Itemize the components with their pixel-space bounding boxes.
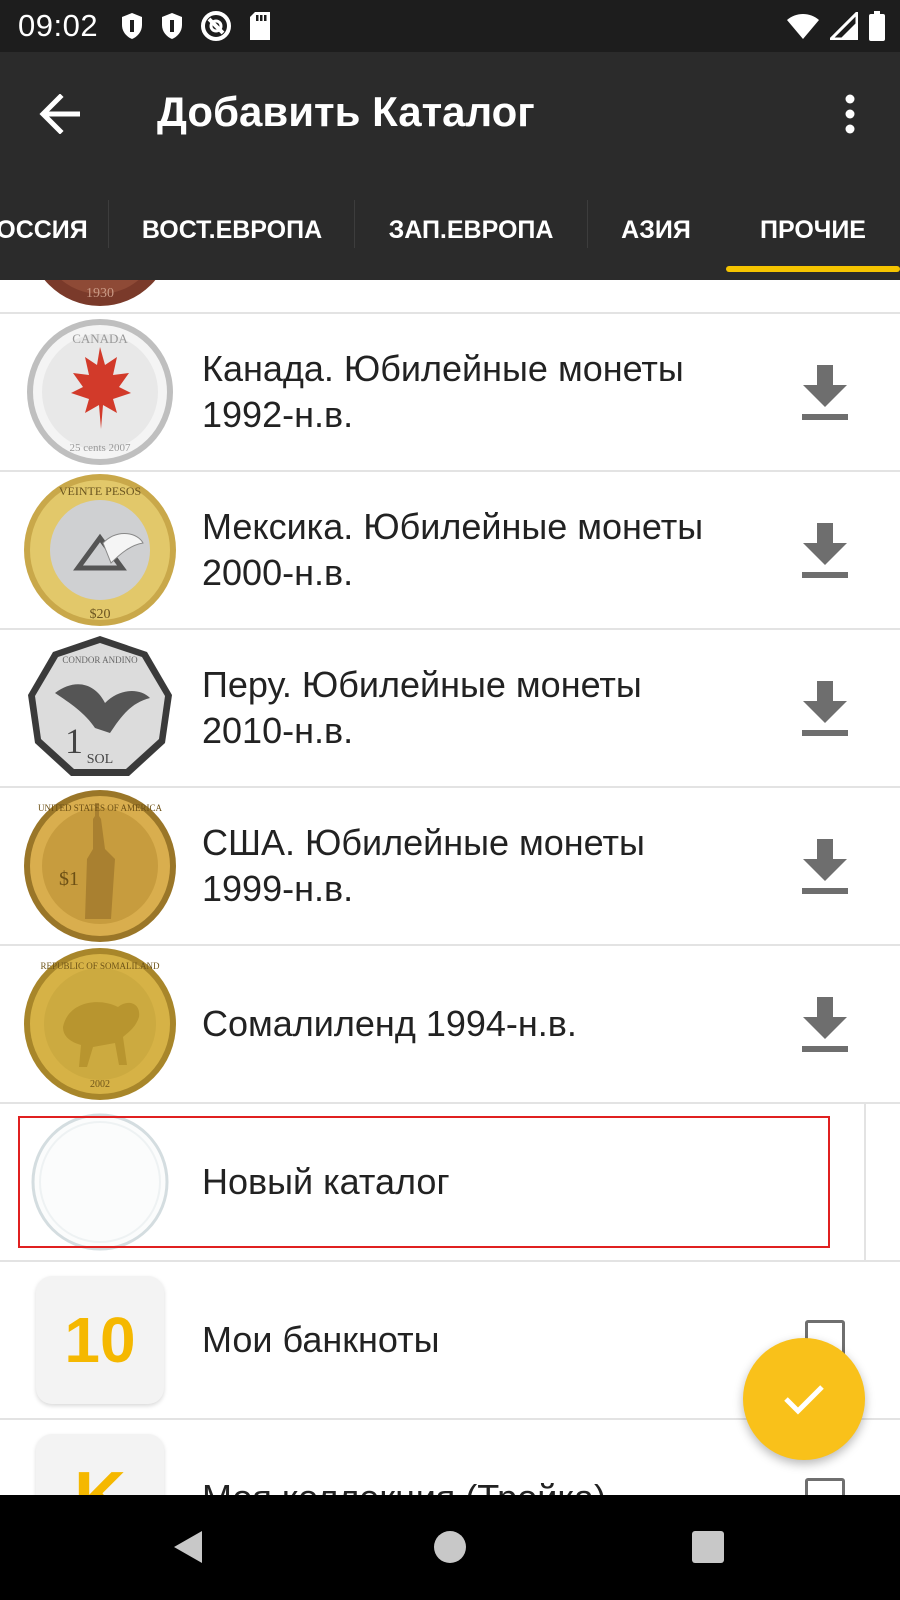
- page-title: Добавить Каталог: [157, 88, 535, 135]
- download-button[interactable]: [790, 788, 860, 944]
- tab-divider: [354, 200, 355, 248]
- catalog-title: Сомалиленд 1994-н.в.: [202, 1003, 577, 1044]
- tab-russia[interactable]: ОССИЯ: [0, 180, 102, 280]
- coin-text: SOL: [87, 752, 113, 767]
- shield-icon: [162, 13, 182, 39]
- list-item[interactable]: 1930: [0, 280, 900, 314]
- coin-text: $1: [59, 868, 79, 890]
- wifi-icon: [787, 14, 819, 39]
- download-button[interactable]: [790, 314, 860, 470]
- confirm-fab-button[interactable]: [743, 1338, 865, 1460]
- catalog-title: Мексика. Юбилейные монеты 2000-н.в.: [202, 506, 704, 593]
- mexico-coin-icon: VEINTE PESOS $20: [22, 472, 178, 628]
- sd-card-icon: [250, 12, 270, 40]
- status-bar: 09:02: [0, 0, 900, 52]
- download-button[interactable]: [790, 630, 860, 786]
- banknote-10-icon: 10: [22, 1262, 178, 1418]
- download-icon: [802, 681, 848, 736]
- nav-recents-button[interactable]: [678, 1517, 738, 1577]
- catalog-title: Канада. Юбилейные монеты 1992-н.в.: [202, 348, 684, 435]
- download-icon: [802, 523, 848, 578]
- list-item[interactable]: UNITED STATES OF AMERICA $1 США. Юбилейн…: [0, 788, 900, 946]
- coin-text: 2002: [90, 1079, 110, 1090]
- usa-coin-icon: UNITED STATES OF AMERICA $1: [22, 788, 178, 944]
- arrow-back-icon: [39, 94, 80, 134]
- tab-west-europe[interactable]: ЗАП.ЕВРОПА: [360, 180, 582, 280]
- coin-text: $20: [90, 607, 111, 622]
- tab-other[interactable]: ПРОЧИЕ: [726, 180, 900, 280]
- tab-indicator: [726, 266, 900, 272]
- canada-coin-icon: CANADA 25 cents 2007: [22, 314, 178, 470]
- status-icons-left: [120, 10, 272, 42]
- list-item[interactable]: CANADA 25 cents 2007 Канада. Юбилейные м…: [0, 314, 900, 472]
- back-triangle-icon: [174, 1531, 202, 1563]
- list-item-new-catalog[interactable]: Новый каталог: [0, 1104, 900, 1262]
- catalog-title: Моя коллекция (Тройка): [202, 1420, 742, 1495]
- tab-divider: [108, 200, 109, 248]
- checkbox[interactable]: [805, 1478, 845, 1495]
- sync-icon: [201, 11, 231, 41]
- tab-asia[interactable]: АЗИЯ: [590, 180, 722, 280]
- nav-home-button[interactable]: [420, 1517, 480, 1577]
- tab-east-europe[interactable]: ВОСТ.ЕВРОПА: [120, 180, 344, 280]
- more-options-button[interactable]: [830, 84, 870, 144]
- back-button[interactable]: [30, 84, 90, 144]
- coin-text: UNITED STATES OF AMERICA: [38, 803, 163, 813]
- thumb-text: 10: [36, 1276, 164, 1404]
- catalog-title: США. Юбилейные монеты 1999-н.в.: [202, 822, 645, 909]
- catalog-title: Мои банкноты: [202, 1319, 440, 1360]
- list-item[interactable]: VEINTE PESOS $20 Мексика. Юбилейные моне…: [0, 472, 900, 630]
- catalog-list[interactable]: 1930 CANADA 25 cents 2007 Канада. Юбилей…: [0, 280, 900, 1495]
- check-icon: [784, 1385, 824, 1415]
- coin-text: 25 cents 2007: [69, 442, 131, 454]
- system-nav-bar: [0, 1495, 900, 1600]
- status-time: 09:02: [18, 8, 99, 43]
- list-item[interactable]: CONDOR ANDINO 1 SOL Перу. Юбилейные моне…: [0, 630, 900, 788]
- nav-back-button[interactable]: [158, 1517, 218, 1577]
- cell-signal-icon: [830, 12, 858, 40]
- app-bar: Добавить Каталог: [0, 52, 900, 180]
- somaliland-coin-icon: REPUBLIC OF SOMALILAND 2002: [22, 946, 178, 1102]
- coin-text: VEINTE PESOS: [59, 484, 141, 498]
- coin-1930-icon: 1930: [22, 280, 178, 312]
- tab-divider: [587, 200, 588, 248]
- download-icon: [802, 997, 848, 1052]
- tab-bar: ОССИЯ ВОСТ.ЕВРОПА ЗАП.ЕВРОПА АЗИЯ ПРОЧИЕ: [0, 180, 900, 280]
- selection-highlight: [18, 1116, 830, 1248]
- catalog-title: Перу. Юбилейные монеты 2010-н.в.: [202, 664, 642, 751]
- download-button[interactable]: [790, 946, 860, 1102]
- list-item[interactable]: REPUBLIC OF SOMALILAND 2002 Сомалиленд 1…: [0, 946, 900, 1104]
- letter-k-icon: K: [22, 1420, 178, 1495]
- more-vert-icon: [845, 94, 855, 134]
- shield-icon: [122, 13, 142, 39]
- divider: [864, 1104, 866, 1260]
- download-icon: [802, 839, 848, 894]
- download-button[interactable]: [790, 472, 860, 628]
- coin-text: CANADA: [72, 331, 128, 346]
- download-icon: [802, 365, 848, 420]
- recents-square-icon: [692, 1531, 724, 1563]
- thumb-text: K: [36, 1434, 164, 1495]
- status-icons-right: [786, 10, 886, 42]
- coin-text: 1: [65, 721, 83, 761]
- home-circle-icon: [434, 1531, 466, 1563]
- coin-text: REPUBLIC OF SOMALILAND: [40, 961, 160, 971]
- battery-icon: [869, 11, 885, 41]
- coin-year-text: 1930: [86, 286, 114, 301]
- peru-coin-icon: CONDOR ANDINO 1 SOL: [22, 630, 178, 786]
- coin-text: CONDOR ANDINO: [62, 655, 138, 665]
